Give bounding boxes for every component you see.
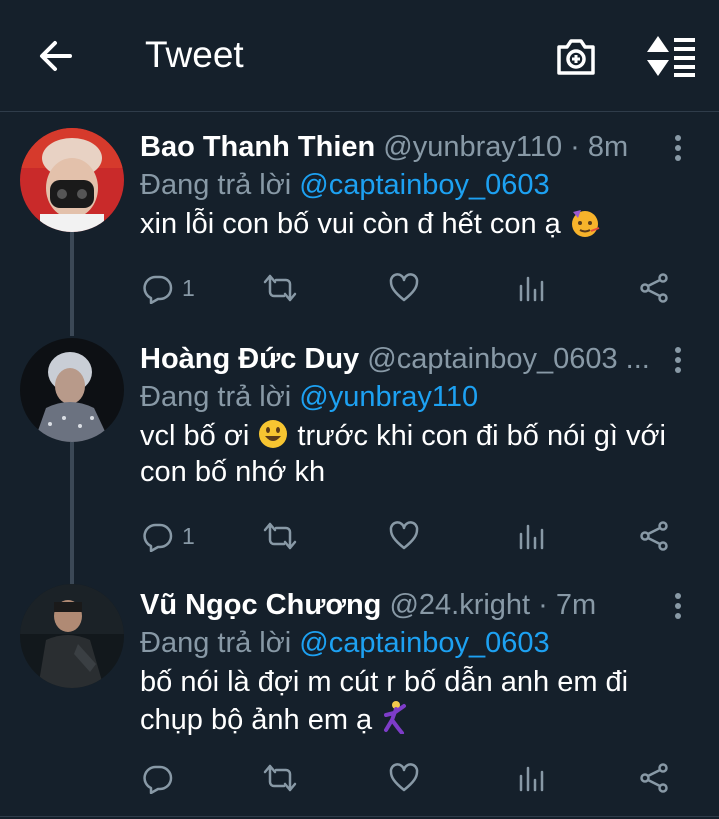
tweet-text-part: bố nói là đợi m cút r bố dẫn anh em đi (140, 666, 629, 698)
bar-chart-icon (519, 766, 544, 792)
bottom-divider (0, 816, 719, 817)
tweet-actions (140, 760, 680, 800)
heart-icon (389, 763, 419, 792)
reply-icon (143, 765, 173, 794)
avatar[interactable] (20, 338, 124, 442)
retweet-button[interactable] (262, 760, 298, 796)
avatar-photo (20, 584, 124, 688)
retweet-icon (263, 522, 297, 550)
tweet-text: bố nói là đợi m cút r bố dẫn anh em đi c… (140, 664, 700, 738)
like-button[interactable] (388, 518, 420, 554)
replying-to-label: Đang trả lời (140, 381, 292, 413)
partying-face-emoji (571, 210, 600, 237)
tweet-text: xin lỗi con bố vui còn đ hết con ạ (140, 206, 700, 242)
reply-button[interactable] (142, 760, 174, 796)
like-button[interactable] (388, 760, 420, 796)
reply-count: 1 (182, 522, 195, 549)
arrow-left-icon (40, 41, 72, 71)
more-vertical-icon (675, 135, 681, 161)
analytics-button[interactable] (516, 518, 546, 554)
reply-icon (143, 275, 173, 304)
thread-line (70, 442, 74, 586)
tweet-actions: 1 (140, 518, 680, 558)
bar-chart-icon (519, 276, 544, 302)
analytics-button[interactable] (516, 270, 546, 306)
replying-to-handle[interactable]: @captainboy_0603 (299, 627, 549, 659)
share-icon (640, 273, 668, 303)
analytics-button[interactable] (516, 760, 546, 796)
tweet-header: Hoàng Đức Duy @captainboy_0603 ... (140, 342, 650, 376)
heart-icon (389, 273, 419, 302)
more-options-button[interactable] (668, 346, 688, 374)
replying-to-handle[interactable]: @captainboy_0603 (299, 169, 549, 201)
avatar-photo (20, 338, 124, 442)
share-button[interactable] (638, 760, 670, 796)
tweet-text-part: con bố nhớ kh (140, 456, 326, 488)
replying-to: Đang trả lời @yunbray110 (140, 380, 478, 414)
reply-button[interactable]: 1 (142, 270, 195, 306)
man-dancing-emoji (384, 701, 407, 734)
retweet-icon (263, 274, 297, 302)
author-name[interactable]: Bao Thanh Thien (140, 131, 375, 163)
avatar-photo (20, 128, 124, 232)
reply-icon (143, 523, 173, 552)
back-button[interactable] (36, 36, 76, 76)
author-handle-time: @captainboy_0603 ... (367, 343, 650, 375)
more-vertical-icon (675, 593, 681, 619)
tweet[interactable]: Vũ Ngọc Chương @24.kright · 7m Đang trả … (0, 578, 719, 810)
share-button[interactable] (638, 270, 670, 306)
avatar[interactable] (20, 584, 124, 688)
tweet-header: Vũ Ngọc Chương @24.kright · 7m (140, 588, 596, 622)
page-title: Tweet (145, 34, 244, 75)
tweet-text-part: chụp bộ ảnh em ạ (140, 704, 373, 736)
like-button[interactable] (388, 270, 420, 306)
smiling-face-emoji (259, 420, 288, 448)
replying-to-label: Đang trả lời (140, 627, 292, 659)
author-name[interactable]: Vũ Ngọc Chương (140, 589, 381, 621)
avatar[interactable] (20, 128, 124, 232)
retweet-button[interactable] (262, 518, 298, 554)
sort-icon (647, 36, 695, 77)
add-photo-button[interactable] (554, 34, 598, 78)
author-handle-time: @yunbray110 · 8m (383, 131, 629, 163)
retweet-icon (263, 764, 297, 792)
share-icon (640, 521, 668, 551)
replying-to: Đang trả lời @captainboy_0603 (140, 168, 550, 202)
tweet-header: Bao Thanh Thien @yunbray110 · 8m (140, 130, 628, 164)
more-options-button[interactable] (668, 592, 688, 620)
more-vertical-icon (675, 347, 681, 373)
retweet-button[interactable] (262, 270, 298, 306)
replying-to: Đang trả lời @captainboy_0603 (140, 626, 550, 660)
more-options-button[interactable] (668, 134, 688, 162)
reply-button[interactable]: 1 (142, 518, 195, 554)
bar-chart-icon (519, 524, 544, 550)
tweet-text: vcl bố ơi trước khi con đi bố nói gì với… (140, 418, 700, 490)
top-app-bar: Tweet (0, 0, 719, 112)
sort-replies-button[interactable] (645, 34, 697, 78)
reply-count: 1 (182, 274, 195, 301)
replying-to-handle[interactable]: @yunbray110 (299, 381, 478, 413)
tweet-text-part: trước khi con đi bố nói gì với (297, 420, 666, 452)
thread-line (70, 230, 74, 336)
tweet[interactable]: Hoàng Đức Duy @captainboy_0603 ... Đang … (0, 332, 719, 586)
heart-icon (389, 521, 419, 550)
share-button[interactable] (638, 518, 670, 554)
tweet-actions: 1 (140, 270, 680, 310)
tweet-text-part: vcl bố ơi (140, 420, 250, 452)
author-name[interactable]: Hoàng Đức Duy (140, 343, 359, 375)
replying-to-label: Đang trả lời (140, 169, 292, 201)
author-handle-time: @24.kright · 7m (389, 589, 597, 621)
share-icon (640, 763, 668, 793)
tweet[interactable]: Bao Thanh Thien @yunbray110 · 8m Đang tr… (0, 120, 719, 336)
tweet-text-content: xin lỗi con bố vui còn đ hết con ạ (140, 208, 561, 240)
camera-plus-icon (557, 39, 595, 75)
